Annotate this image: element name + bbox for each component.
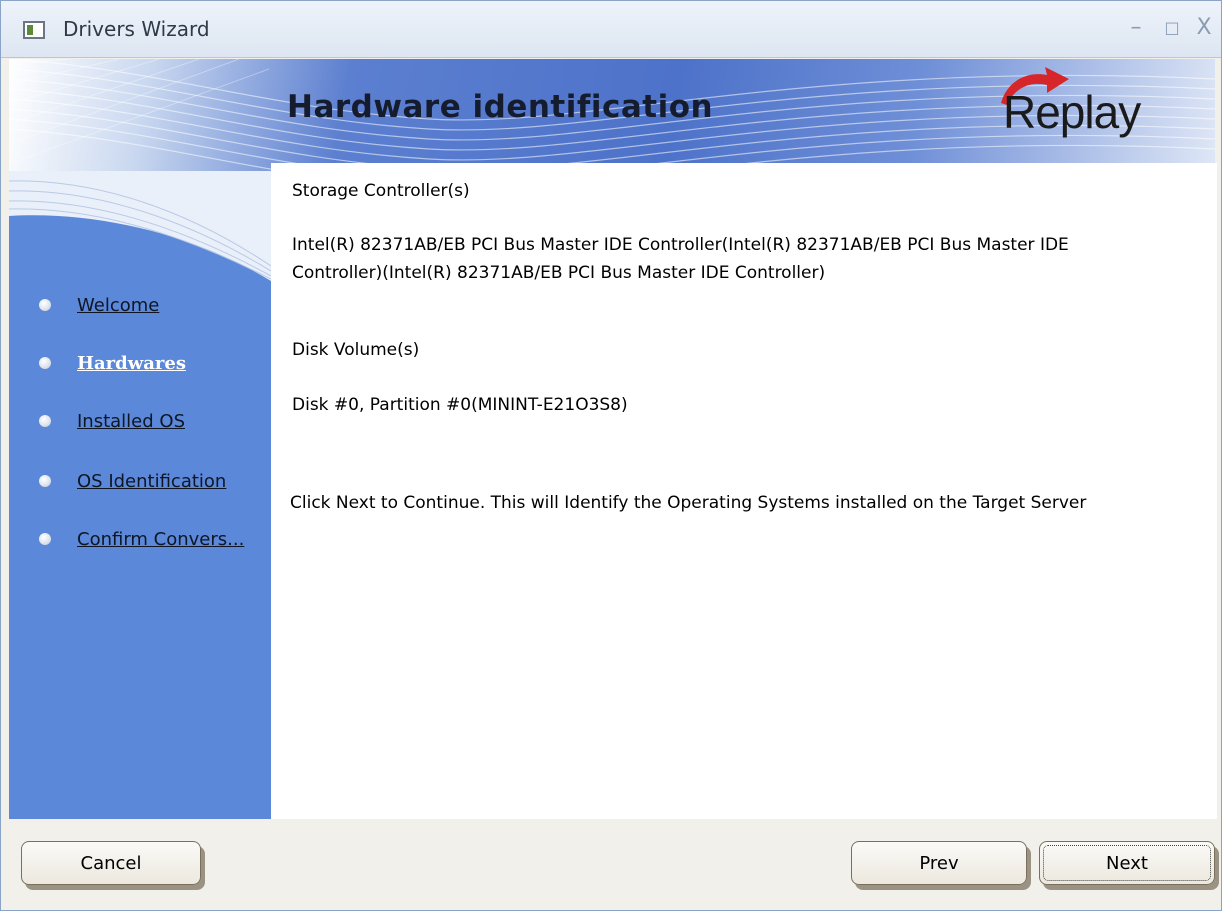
bullet-icon (39, 475, 51, 487)
page-title: Hardware identification (287, 89, 714, 125)
storage-controllers-heading: Storage Controller(s) (292, 181, 470, 201)
sidebar-item-label[interactable]: Hardwares (77, 353, 186, 374)
wizard-steps-sidebar: Welcome Hardwares Installed OS OS Identi… (9, 171, 271, 819)
next-button[interactable]: Next (1039, 841, 1215, 885)
sidebar-item-label[interactable]: OS Identification (77, 471, 226, 492)
bullet-icon (39, 357, 51, 369)
disk-volume-value: Disk #0, Partition #0(MININT-E21O3S8) (292, 395, 628, 415)
storage-controller-value-line2: Controller)(Intel(R) 82371AB/EB PCI Bus … (292, 263, 826, 283)
bullet-icon (39, 415, 51, 427)
drivers-wizard-window: Drivers Wizard – □ X Hardware identifica… (0, 0, 1222, 911)
prev-button[interactable]: Prev (851, 841, 1027, 885)
title-bar[interactable]: Drivers Wizard – □ X (1, 1, 1221, 58)
sidebar-item-installed-os[interactable]: Installed OS (39, 409, 185, 433)
minimize-button[interactable]: – (1123, 13, 1149, 43)
wizard-header-banner: Hardware identification Replay (9, 59, 1215, 171)
sidebar-item-os-identification[interactable]: OS Identification (39, 469, 226, 493)
app-window-icon (23, 21, 45, 39)
storage-controller-value-line1: Intel(R) 82371AB/EB PCI Bus Master IDE C… (292, 235, 1069, 255)
wizard-footer: Cancel Prev Next (9, 819, 1215, 904)
sidebar-item-hardwares[interactable]: Hardwares (39, 351, 186, 375)
sidebar-item-label[interactable]: Confirm Convers... (77, 529, 244, 550)
instruction-text: Click Next to Continue. This will Identi… (290, 493, 1087, 513)
close-button[interactable]: X (1191, 13, 1217, 43)
sidebar-item-label[interactable]: Installed OS (77, 411, 185, 432)
sidebar-item-confirm-conversion[interactable]: Confirm Convers... (39, 527, 244, 551)
replay-logo: Replay (1003, 86, 1141, 138)
window-title: Drivers Wizard (63, 17, 210, 41)
bullet-icon (39, 533, 51, 545)
sidebar-item-welcome[interactable]: Welcome (39, 293, 159, 317)
maximize-button[interactable]: □ (1159, 13, 1185, 43)
disk-volumes-heading: Disk Volume(s) (292, 340, 420, 360)
hardware-details-panel: Storage Controller(s) Intel(R) 82371AB/E… (271, 163, 1217, 819)
cancel-button[interactable]: Cancel (21, 841, 201, 885)
sidebar-wave-decoration (9, 171, 271, 281)
sidebar-item-label[interactable]: Welcome (77, 295, 159, 316)
bullet-icon (39, 299, 51, 311)
